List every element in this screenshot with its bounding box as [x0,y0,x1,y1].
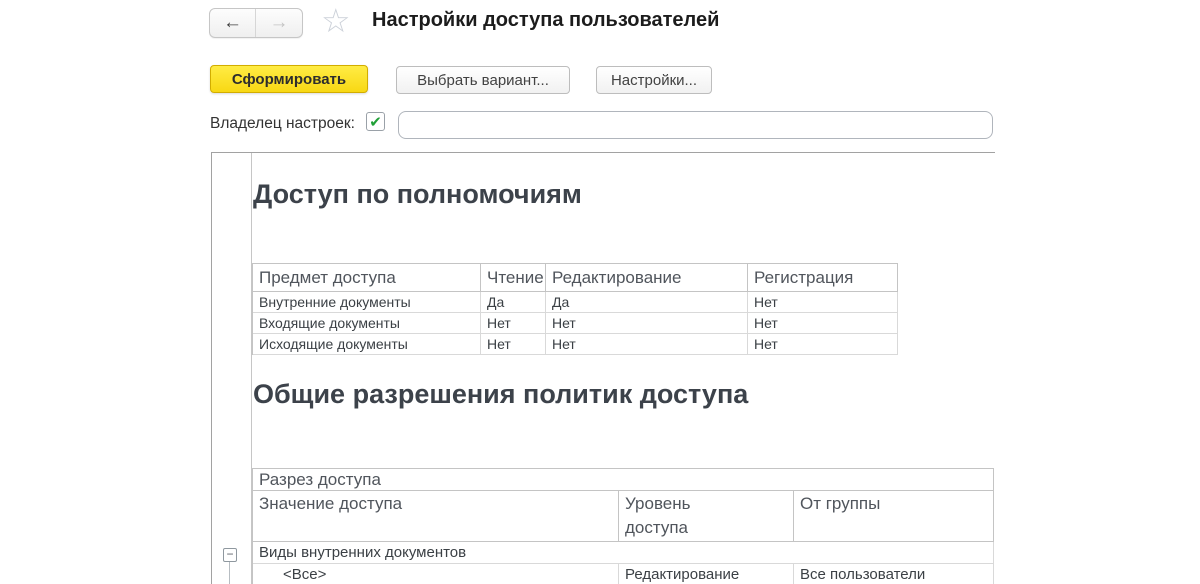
header-cell: Регистрация [748,264,898,292]
cell-edit: Нет [546,313,748,334]
table-header-row: Предмет доступа Чтение Редактирование Ре… [253,264,898,292]
table-row: Внутренние документы Да Да Нет [253,292,898,313]
table-row: Исходящие документы Нет Нет Нет [253,334,898,355]
header-cell: Редактирование [546,264,748,292]
tree-branch-line [229,562,230,584]
table-row: Входящие документы Нет Нет Нет [253,313,898,334]
cell-subject: Внутренние документы [253,292,481,313]
page-title: Настройки доступа пользователей [372,9,720,31]
cell-access-level: Редактирование [619,564,794,584]
choose-variant-button[interactable]: Выбрать вариант... [396,66,570,94]
collapse-group-button[interactable]: − [223,548,237,562]
generate-button[interactable]: Сформировать [210,65,368,93]
cell-edit: Нет [546,334,748,355]
cell-subject: Исходящие документы [253,334,481,355]
cell-read: Нет [481,334,546,355]
table-group-row: Виды внутренних документов [253,542,994,564]
nav-button-group: ← → [209,8,303,38]
access-by-rights-table: Предмет доступа Чтение Редактирование Ре… [252,263,898,355]
header-cell: От группы [794,491,994,542]
cell-access-value: <Все> [253,564,619,584]
header-cell: Уровень доступа [619,491,794,542]
settings-button[interactable]: Настройки... [596,66,712,94]
header-cell-access-kind: Разрез доступа [253,469,994,491]
cell-read: Да [481,292,546,313]
back-arrow-icon: ← [223,12,242,33]
cell-subject: Входящие документы [253,313,481,334]
cell-register: Нет [748,313,898,334]
access-policies-table: Разрез доступа Значение доступа Уровень … [252,468,994,584]
section-title-access-by-rights: Доступ по полномочиям [253,179,582,209]
group-row-label: Виды внутренних документов [253,542,994,564]
nav-back-button[interactable]: ← [210,9,256,37]
settings-owner-input[interactable] [398,111,993,139]
settings-owner-label: Владелец настроек: [210,115,355,132]
table-span-header-row: Разрез доступа [253,469,994,491]
header-cell: Предмет доступа [253,264,481,292]
forward-arrow-icon: → [269,12,289,33]
minus-icon: − [226,547,234,561]
cell-read: Нет [481,313,546,334]
favorite-star-icon[interactable]: ☆ [321,3,351,39]
section-title-access-policies: Общие разрешения политик доступа [253,379,749,409]
cell-edit: Да [546,292,748,313]
cell-register: Нет [748,292,898,313]
check-icon: ✔ [369,113,382,131]
table-header-row: Значение доступа Уровень доступа От груп… [253,491,994,542]
cell-from-group: Все пользователи [794,564,994,584]
table-row: <Все> Редактирование Все пользователи [253,564,994,584]
header-cell: Значение доступа [253,491,619,542]
nav-forward-button[interactable]: → [256,9,302,37]
settings-owner-checkbox[interactable]: ✔ [366,112,385,131]
header-cell: Чтение [481,264,546,292]
cell-register: Нет [748,334,898,355]
report-area: − Доступ по полномочиям Предмет доступа … [211,152,995,584]
